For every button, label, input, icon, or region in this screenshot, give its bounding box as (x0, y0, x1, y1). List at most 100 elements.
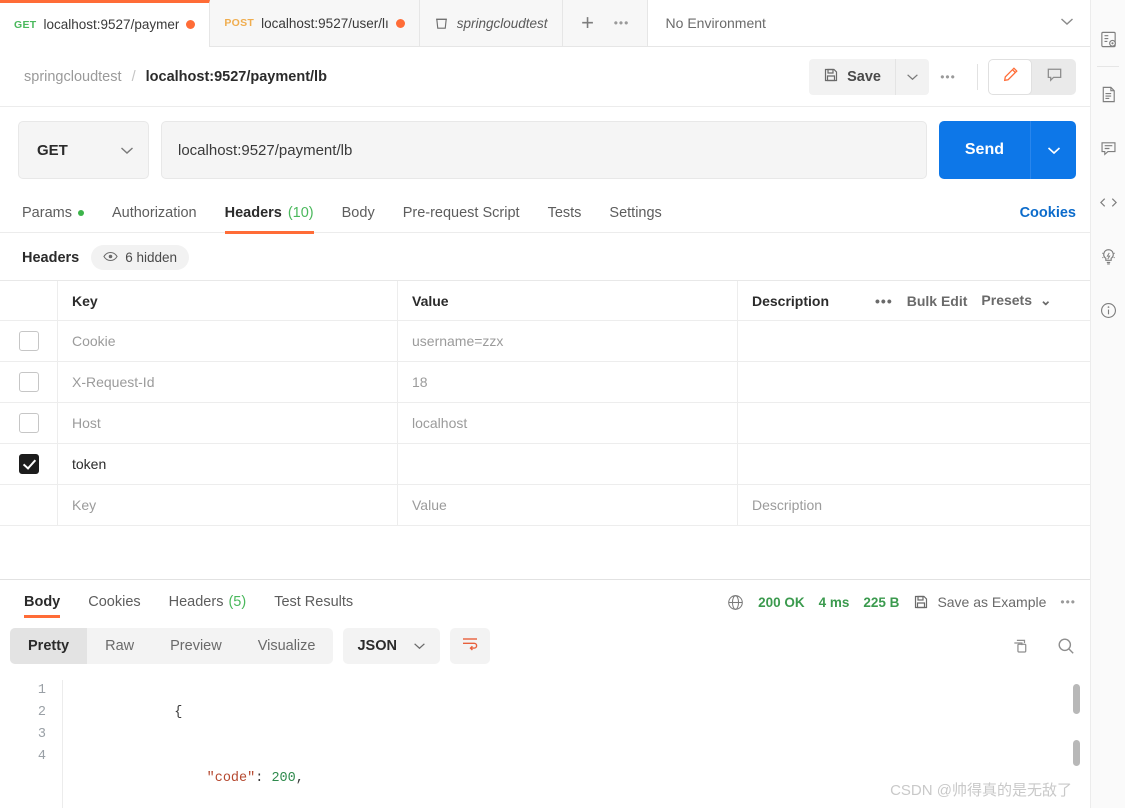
more-icon: ••• (940, 69, 956, 84)
row-description[interactable] (738, 362, 1090, 402)
view-mode-raw[interactable]: Raw (87, 628, 152, 664)
scrollbar-thumb-top[interactable] (1073, 684, 1080, 714)
row-key[interactable]: Host (58, 403, 398, 443)
tab-method-label: GET (14, 18, 37, 31)
code-token: { (174, 705, 183, 720)
collection-tab-3[interactable]: springcloudtest (420, 0, 563, 46)
row-checkbox[interactable] (18, 413, 39, 433)
tab-authorization[interactable]: Authorization (98, 193, 211, 233)
row-checkbox-cell (0, 444, 58, 484)
row-key[interactable]: Cookie (58, 321, 398, 361)
url-input[interactable]: localhost:9527/payment/lb (161, 121, 927, 179)
tab-settings[interactable]: Settings (595, 193, 675, 233)
response-body-code[interactable]: { "code": 200, "message": "token 参数缺失" } (62, 680, 1090, 808)
new-header-row[interactable]: Key Value Description (0, 485, 1090, 526)
response-tab-test-results[interactable]: Test Results (260, 580, 367, 624)
headers-empty-space (0, 526, 1090, 580)
tab-tests[interactable]: Tests (534, 193, 596, 233)
cookies-link[interactable]: Cookies (1020, 205, 1076, 221)
network-globe-icon[interactable] (727, 594, 744, 611)
table-row[interactable]: X-Request-Id 18 (0, 362, 1090, 403)
view-mode-toggle-group (988, 58, 1076, 95)
edit-mode-button[interactable] (988, 58, 1032, 95)
presets-button[interactable]: Presets ⌄ (981, 292, 1051, 309)
mock-lightbulb-icon[interactable] (1091, 229, 1125, 283)
response-more-button[interactable]: ••• (1060, 595, 1076, 609)
tab-method-label: POST (224, 17, 255, 29)
row-value[interactable]: username=zzx (398, 321, 738, 361)
line-number: 4 (37, 749, 46, 764)
documentation-icon[interactable] (1091, 67, 1125, 121)
breadcrumb-request[interactable]: localhost:9527/payment/lb (146, 69, 327, 85)
new-row-value-input[interactable]: Value (398, 485, 738, 525)
row-checkbox-cell (0, 403, 58, 443)
code-token: 200 (271, 771, 296, 786)
tab-body[interactable]: Body (328, 193, 389, 233)
http-method-value: GET (37, 141, 68, 159)
breadcrumb-collection[interactable]: springcloudtest (24, 69, 122, 85)
comment-mode-button[interactable] (1032, 59, 1076, 95)
response-tab-headers[interactable]: Headers (5) (155, 580, 261, 624)
tab-strip-more-button[interactable]: ••• (607, 8, 637, 38)
new-tab-button[interactable]: + (573, 8, 603, 38)
row-checkbox[interactable] (18, 331, 39, 351)
tab-headers[interactable]: Headers (10) (211, 193, 328, 234)
search-icon[interactable] (1056, 636, 1076, 656)
scrollbar-thumb-bottom[interactable] (1073, 740, 1080, 766)
view-mode-visualize[interactable]: Visualize (240, 628, 334, 664)
comments-icon[interactable] (1091, 121, 1125, 175)
new-row-description-input[interactable]: Description (738, 485, 1090, 525)
row-key[interactable]: token (58, 444, 398, 484)
response-viewer-toolbar: Pretty Raw Preview Visualize JSON (0, 624, 1090, 674)
row-value[interactable] (398, 444, 738, 484)
table-more-button[interactable]: ••• (875, 293, 893, 309)
save-as-example-button[interactable]: Save as Example (913, 594, 1046, 610)
new-row-key-input[interactable]: Key (58, 485, 398, 525)
divider (977, 63, 978, 90)
response-view-mode-group: Pretty Raw Preview Visualize (10, 628, 334, 664)
row-checkbox[interactable] (18, 372, 39, 392)
url-bar: GET localhost:9527/payment/lb Send (0, 107, 1090, 193)
environment-selector[interactable]: No Environment (647, 0, 1090, 47)
response-scrollbar[interactable] (1073, 684, 1080, 796)
send-options-caret[interactable] (1030, 121, 1076, 179)
row-description[interactable] (738, 403, 1090, 443)
response-tab-cookies[interactable]: Cookies (74, 580, 154, 624)
environment-name: No Environment (665, 15, 766, 31)
http-method-select[interactable]: GET (18, 121, 149, 179)
table-row[interactable]: Cookie username=zzx (0, 321, 1090, 362)
hidden-headers-toggle[interactable]: 6 hidden (91, 245, 190, 270)
response-body-viewer[interactable]: 1 2 3 4 { "code": 200, "message": "token… (0, 674, 1090, 808)
row-value[interactable]: localhost (398, 403, 738, 443)
view-mode-preview[interactable]: Preview (152, 628, 240, 664)
params-modified-dot (77, 209, 84, 216)
info-icon[interactable] (1091, 283, 1125, 337)
code-snippet-icon[interactable] (1091, 175, 1125, 229)
row-checkbox[interactable] (18, 454, 39, 474)
bulk-edit-button[interactable]: Bulk Edit (907, 293, 968, 309)
response-tab-body[interactable]: Body (10, 580, 74, 624)
row-value[interactable]: 18 (398, 362, 738, 402)
request-more-actions-button[interactable]: ••• (929, 59, 967, 95)
view-mode-pretty[interactable]: Pretty (10, 628, 88, 664)
response-format-select[interactable]: JSON (343, 628, 440, 664)
copy-icon[interactable] (1011, 637, 1030, 656)
send-button[interactable]: Send (938, 121, 1030, 179)
table-row[interactable]: Host localhost (0, 403, 1090, 444)
chevron-down-icon (120, 142, 134, 159)
word-wrap-toggle[interactable] (449, 628, 490, 664)
row-key[interactable]: X-Request-Id (58, 362, 398, 402)
save-button[interactable]: Save (809, 58, 895, 95)
table-row[interactable]: token (0, 444, 1090, 485)
request-tab-2[interactable]: POST localhost:9527/user/lı (210, 0, 420, 46)
tab-params[interactable]: Params (22, 193, 98, 233)
breadcrumb-actions: Save ••• (809, 58, 1076, 95)
tab-pre-request-script[interactable]: Pre-request Script (389, 193, 534, 233)
line-number: 1 (37, 683, 46, 698)
request-tab-1[interactable]: GET localhost:9527/paymer (0, 0, 211, 47)
tab-label: Params (22, 204, 72, 221)
environment-quick-look-icon[interactable] (1091, 12, 1125, 66)
save-options-caret[interactable] (895, 58, 929, 95)
row-description[interactable] (738, 444, 1090, 484)
row-description[interactable] (738, 321, 1090, 361)
